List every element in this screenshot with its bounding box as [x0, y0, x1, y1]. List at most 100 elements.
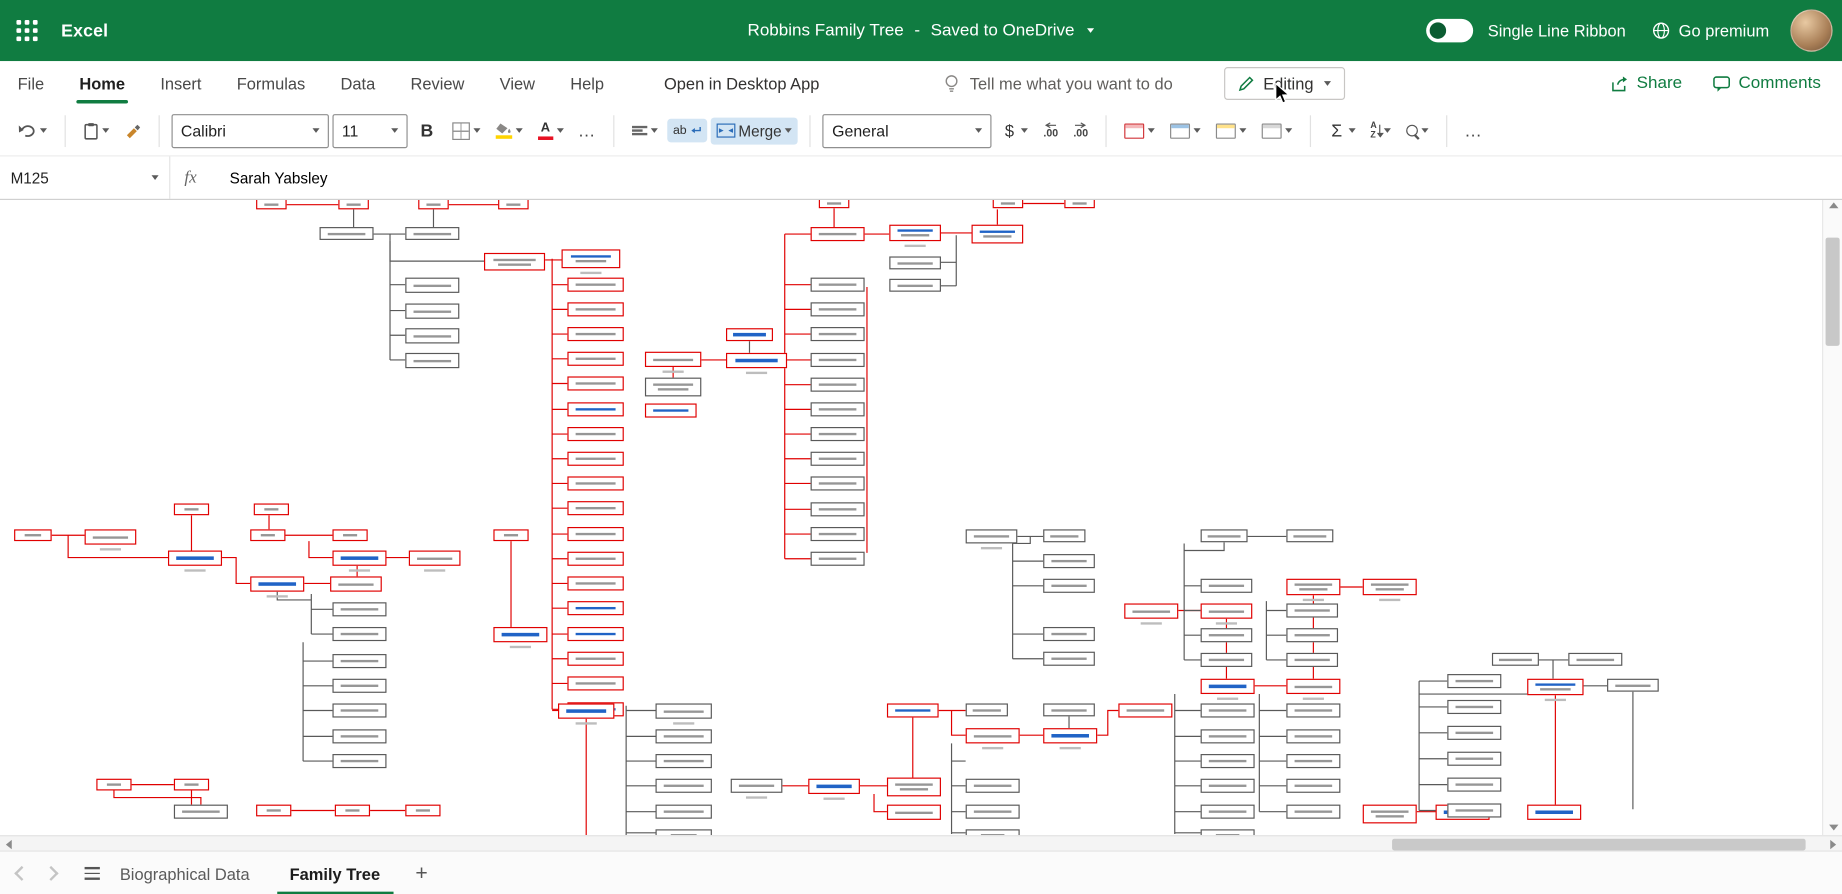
- tree-node[interactable]: [1568, 652, 1623, 666]
- tree-node[interactable]: [971, 224, 1024, 244]
- menu-tab-insert[interactable]: Insert: [143, 61, 219, 106]
- font-size-select[interactable]: 11: [332, 113, 408, 148]
- tree-node[interactable]: [1200, 804, 1255, 819]
- paste-button[interactable]: [78, 117, 116, 144]
- tree-node[interactable]: [14, 529, 52, 542]
- tree-node[interactable]: [810, 227, 865, 242]
- tree-node[interactable]: [810, 327, 865, 342]
- tree-node[interactable]: [1043, 651, 1095, 666]
- tree-node[interactable]: [644, 377, 702, 397]
- number-format-select[interactable]: General: [822, 113, 992, 148]
- name-box[interactable]: M125: [0, 156, 171, 199]
- menu-tab-review[interactable]: Review: [393, 61, 482, 106]
- menu-tab-formulas[interactable]: Formulas: [219, 61, 323, 106]
- tree-node[interactable]: [96, 778, 132, 791]
- tree-node[interactable]: [567, 476, 624, 491]
- tree-node[interactable]: [256, 198, 287, 210]
- tree-node[interactable]: [810, 502, 865, 517]
- tree-node[interactable]: [332, 550, 387, 566]
- tree-node[interactable]: [1362, 804, 1417, 824]
- tree-node[interactable]: [405, 804, 441, 817]
- tree-node[interactable]: [250, 576, 305, 592]
- tree-node[interactable]: [965, 778, 1020, 793]
- scroll-left-arrow[interactable]: [5, 839, 12, 850]
- document-title[interactable]: Robbins Family Tree - Saved to OneDrive: [748, 21, 1095, 40]
- tree-node[interactable]: [808, 778, 860, 795]
- menu-tab-data[interactable]: Data: [323, 61, 393, 106]
- tree-node[interactable]: [253, 503, 289, 516]
- bold-button[interactable]: B: [411, 118, 443, 143]
- tree-node[interactable]: [1043, 578, 1095, 593]
- share-button[interactable]: Share: [1611, 74, 1682, 93]
- comments-button[interactable]: Comments: [1713, 74, 1821, 93]
- menu-tab-help[interactable]: Help: [553, 61, 622, 106]
- tree-node[interactable]: [405, 303, 460, 319]
- tree-node[interactable]: [173, 778, 210, 791]
- tree-node[interactable]: [567, 427, 624, 442]
- tree-node[interactable]: [567, 651, 624, 666]
- tree-node[interactable]: [810, 526, 865, 542]
- tree-node[interactable]: [810, 352, 865, 368]
- tree-node[interactable]: [405, 328, 460, 344]
- tree-node[interactable]: [567, 576, 624, 591]
- tree-node[interactable]: [1286, 628, 1339, 643]
- all-sheets-menu-button[interactable]: [84, 867, 100, 880]
- tree-node[interactable]: [173, 503, 210, 516]
- tree-node[interactable]: [965, 728, 1020, 744]
- tree-node[interactable]: [1447, 674, 1502, 689]
- tree-node[interactable]: [567, 626, 624, 642]
- vertical-scroll-thumb[interactable]: [1825, 237, 1840, 346]
- tree-node[interactable]: [886, 804, 941, 820]
- currency-format-button[interactable]: $: [995, 116, 1034, 144]
- tree-node[interactable]: [332, 703, 387, 718]
- tree-node[interactable]: [730, 778, 783, 793]
- tree-node[interactable]: [405, 352, 460, 369]
- tree-node[interactable]: [332, 529, 368, 542]
- tree-node[interactable]: [567, 676, 624, 691]
- tree-node[interactable]: [1286, 652, 1339, 667]
- tree-node[interactable]: [1447, 803, 1502, 818]
- tree-node[interactable]: [1286, 754, 1341, 769]
- tree-node[interactable]: [332, 729, 387, 744]
- tree-node[interactable]: [810, 377, 865, 392]
- fill-color-button[interactable]: [490, 118, 529, 143]
- tree-node[interactable]: [886, 777, 941, 797]
- scroll-down-arrow[interactable]: [1828, 824, 1838, 831]
- tree-node[interactable]: [810, 277, 865, 292]
- tree-node[interactable]: [418, 198, 449, 210]
- tree-node[interactable]: [810, 427, 865, 442]
- tree-node[interactable]: [1362, 578, 1417, 596]
- vertical-scrollbar[interactable]: [1822, 197, 1842, 836]
- tree-node[interactable]: [655, 703, 712, 719]
- tree-node[interactable]: [567, 451, 624, 466]
- sheet-nav-forward-button[interactable]: [43, 865, 59, 881]
- tree-node[interactable]: [493, 529, 529, 542]
- menu-tab-home[interactable]: Home: [62, 61, 143, 106]
- scroll-up-arrow[interactable]: [1828, 202, 1838, 209]
- tree-node[interactable]: [567, 601, 624, 616]
- tree-node[interactable]: [1124, 603, 1179, 619]
- tree-node[interactable]: [408, 550, 461, 566]
- autosum-button[interactable]: Σ: [1323, 116, 1361, 145]
- horizontal-scroll-thumb[interactable]: [1392, 838, 1806, 850]
- tree-node[interactable]: [330, 576, 382, 592]
- more-toolbar-options-button[interactable]: …: [1460, 121, 1488, 141]
- sheet-nav-back-button[interactable]: [14, 865, 30, 881]
- font-name-select[interactable]: Calibri: [171, 113, 329, 148]
- tree-node[interactable]: [655, 804, 712, 819]
- tree-node[interactable]: [1286, 578, 1341, 596]
- saved-status[interactable]: Saved to OneDrive: [931, 21, 1075, 40]
- tree-node[interactable]: [889, 278, 941, 292]
- tree-node[interactable]: [1491, 652, 1539, 666]
- tree-node[interactable]: [1447, 777, 1502, 792]
- tree-node[interactable]: [332, 654, 387, 669]
- format-painter-button[interactable]: [119, 118, 147, 144]
- tree-node[interactable]: [1527, 804, 1582, 820]
- tree-node[interactable]: [889, 224, 941, 242]
- account-avatar[interactable]: [1790, 9, 1833, 52]
- tree-node[interactable]: [1200, 778, 1255, 793]
- tree-node[interactable]: [558, 703, 615, 719]
- tree-node[interactable]: [1200, 652, 1253, 667]
- tree-node[interactable]: [567, 501, 624, 516]
- sheet-tab-biographical-data[interactable]: Biographical Data: [100, 852, 270, 894]
